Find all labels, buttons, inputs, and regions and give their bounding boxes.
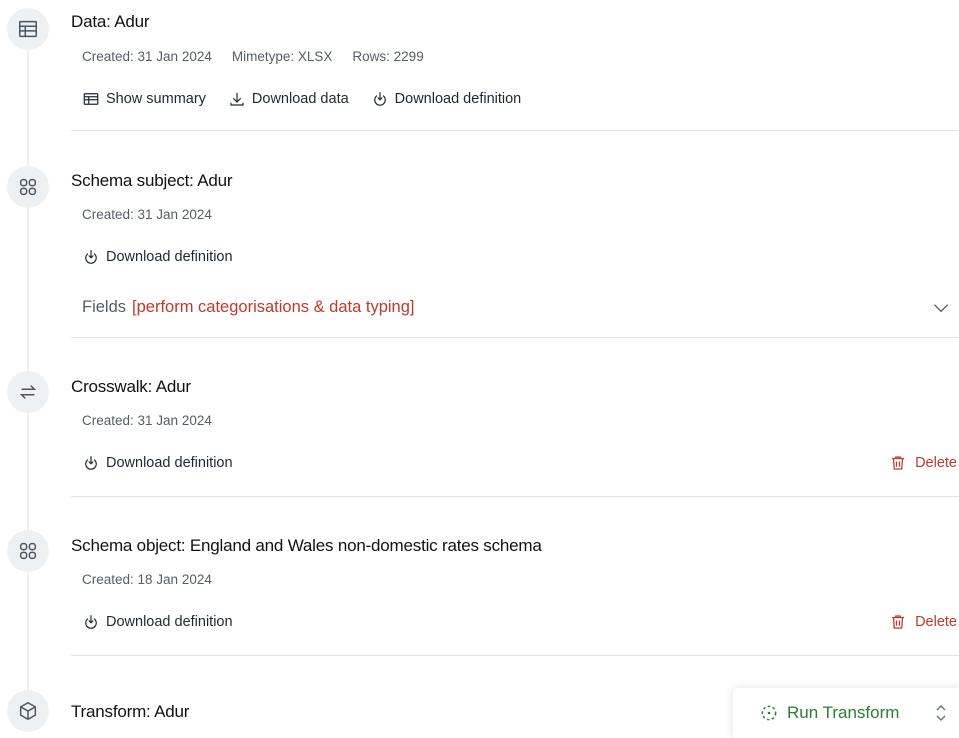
- run-spinner-icon: [761, 705, 777, 721]
- divider: [71, 655, 959, 656]
- run-transform-button[interactable]: Run Transform: [759, 703, 899, 723]
- run-transform-panel: Run Transform: [733, 688, 959, 738]
- step-meta: Created: 31 Jan 2024 Mimetype: XLSX Rows…: [82, 49, 424, 64]
- step-title: Crosswalk: Adur: [71, 377, 191, 396]
- created-date: Created: 18 Jan 2024: [82, 572, 212, 587]
- mimetype: Mimetype: XLSX: [231, 49, 333, 64]
- expand-collapse-icon[interactable]: [933, 702, 949, 724]
- delete-button[interactable]: Delete: [889, 613, 957, 631]
- download-data-label: Download data: [251, 91, 349, 107]
- download-definition-label: Download definition: [106, 455, 233, 471]
- chevron-down-icon[interactable]: [931, 298, 951, 318]
- table-icon: [7, 8, 49, 50]
- divider: [71, 130, 959, 131]
- download-definition-button[interactable]: Download definition: [82, 248, 233, 266]
- delete-label: Delete: [915, 614, 957, 630]
- step-actions: Download definition: [82, 248, 233, 266]
- swap-arrows-icon: [7, 371, 49, 413]
- download-definition-icon: [85, 615, 97, 629]
- step-title: Data: Adur: [71, 12, 150, 31]
- step-actions: Show summary Download data Download defi…: [82, 90, 521, 108]
- download-definition-icon: [373, 92, 386, 106]
- trash-icon: [892, 615, 905, 629]
- fields-hint: [perform categorisations & data typing]: [132, 298, 415, 316]
- download-definition-button[interactable]: Download definition: [82, 613, 233, 631]
- download-definition-icon: [85, 250, 97, 264]
- step-schema-subject: Schema subject: Adur Created: 31 Jan 202…: [71, 171, 959, 339]
- created-date: Created: 31 Jan 2024: [82, 49, 212, 64]
- fields-label: Fields: [82, 298, 127, 316]
- schema-grid-icon: [7, 530, 49, 572]
- table-icon: [83, 93, 99, 105]
- run-transform-label: Run Transform: [787, 703, 900, 722]
- created-date: Created: 31 Jan 2024: [82, 207, 212, 222]
- step-crosswalk: Crosswalk: Adur Created: 31 Jan 2024 Dow…: [71, 377, 959, 497]
- download-data-button[interactable]: Download data: [228, 90, 349, 108]
- step-title: Schema object: England and Wales non-dom…: [71, 536, 542, 555]
- download-definition-label: Download definition: [106, 614, 233, 630]
- step-schema-object: Schema object: England and Wales non-dom…: [71, 536, 959, 656]
- trash-icon: [892, 456, 905, 470]
- step-meta: Created: 31 Jan 2024: [82, 413, 212, 428]
- download-definition-icon: [85, 456, 97, 470]
- delete-label: Delete: [915, 455, 957, 471]
- step-meta: Created: 31 Jan 2024: [82, 207, 212, 222]
- schema-grid-icon: [7, 166, 49, 208]
- fields-toggle[interactable]: Fields [perform categorisations & data t…: [82, 298, 959, 317]
- divider: [71, 337, 959, 338]
- show-summary-button[interactable]: Show summary: [82, 90, 206, 108]
- delete-button[interactable]: Delete: [889, 454, 957, 472]
- step-title: Schema subject: Adur: [71, 171, 233, 190]
- download-definition-button[interactable]: Download definition: [82, 454, 233, 472]
- step-data: Data: Adur Created: 31 Jan 2024 Mimetype…: [71, 12, 959, 132]
- row-count: Rows: 2299: [352, 49, 424, 64]
- download-definition-label: Download definition: [394, 91, 522, 107]
- step-actions: Download definition: [82, 454, 233, 472]
- step-meta: Created: 18 Jan 2024: [82, 572, 212, 587]
- step-actions: Download definition: [82, 613, 233, 631]
- created-date: Created: 31 Jan 2024: [82, 413, 212, 428]
- download-definition-button[interactable]: Download definition: [371, 90, 522, 108]
- download-definition-label: Download definition: [106, 249, 233, 265]
- divider: [71, 496, 959, 497]
- cube-icon: [7, 690, 49, 732]
- show-summary-label: Show summary: [106, 91, 206, 107]
- download-icon: [230, 93, 244, 106]
